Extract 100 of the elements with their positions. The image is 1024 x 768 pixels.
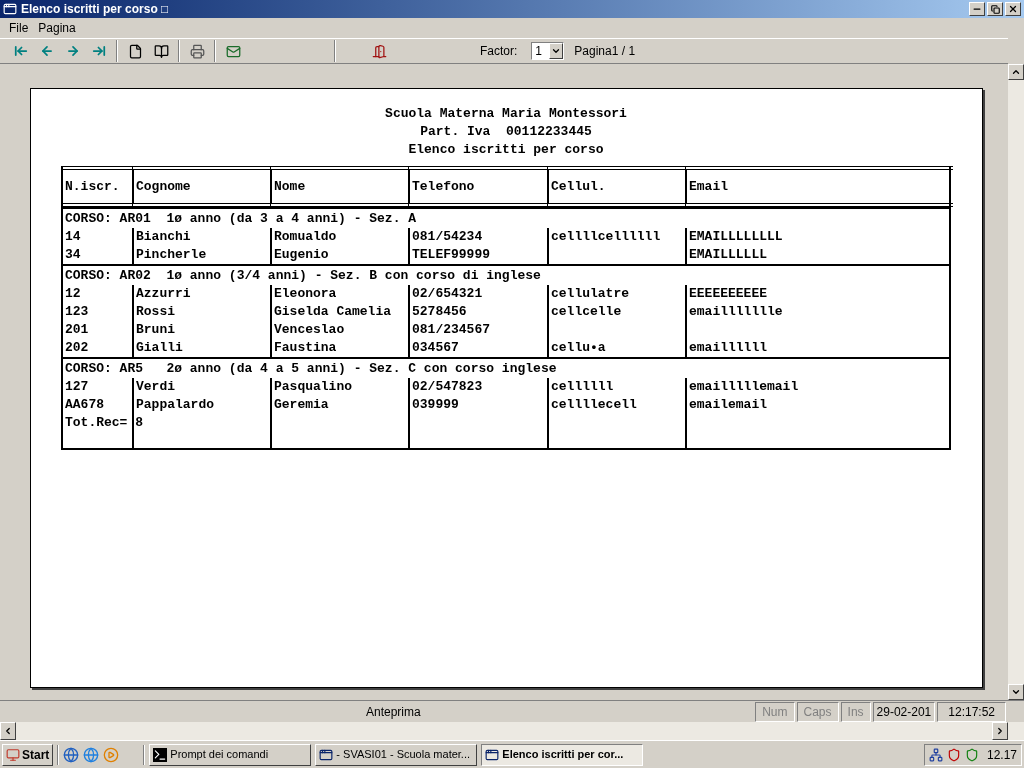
table-cell: Faustina [274, 340, 337, 355]
network-icon[interactable] [928, 747, 943, 762]
column-header: Nome [270, 166, 408, 207]
table-cell: Rossi [136, 304, 175, 319]
window-icon [485, 747, 500, 762]
menu-item[interactable]: File [4, 19, 34, 37]
window-title: Elenco iscritti per corso □ [21, 1, 169, 18]
status-message: Anteprima [365, 703, 422, 721]
previous-page-icon [40, 44, 54, 58]
table-cell: Eleonora [274, 286, 337, 301]
table-cell: 12 [65, 286, 81, 301]
report-title: Elenco iscritti per corso [408, 141, 604, 159]
clock: 12.17 [986, 746, 1017, 764]
status-indicator: Num [755, 701, 795, 722]
table-cell: cellllll [551, 379, 614, 394]
restore-icon [990, 4, 1000, 14]
start-logo-icon [6, 747, 20, 762]
table-cell: 081/234567 [412, 322, 490, 337]
close-button[interactable] [1005, 2, 1021, 16]
status-date: 29-02-201 [872, 701, 936, 722]
quick-launch-icon[interactable] [63, 746, 80, 763]
table-cell: 039999 [412, 397, 459, 412]
next-page-icon [66, 44, 80, 58]
table-cell: TELEF99999 [412, 247, 490, 262]
factor-label: Factor: [480, 43, 518, 60]
shield-icon[interactable] [964, 747, 979, 762]
table-cell: 34 [65, 247, 81, 262]
table-cell: AA678 [65, 397, 104, 412]
table-cell: EMAILLLLLL [689, 247, 767, 262]
table-cell: Azzurri [136, 286, 191, 301]
scroll-up-icon [1011, 67, 1021, 77]
table-cell: EMAILLLLLLLL [689, 229, 783, 244]
window-icon [319, 747, 334, 762]
taskbar-button[interactable]: Prompt dei comandi [149, 743, 312, 766]
minimize-button[interactable] [969, 2, 985, 16]
course-heading: CORSO: AR5 2ø anno (da 4 a 5 anni) - Sez. C con corso inglese [64, 360, 558, 378]
table-cell: cellulatre [551, 286, 629, 301]
table-cell: Pincherle [136, 247, 207, 262]
table-cell: emaillllllle [689, 304, 783, 319]
table-cell: Bianchi [136, 229, 191, 244]
console-icon [153, 747, 168, 762]
table-cell: 14 [65, 229, 81, 244]
menu-item[interactable]: Pagina [33, 19, 81, 37]
taskbar-button[interactable]: Elenco iscritti per cor... [481, 743, 644, 766]
table-cell: emailllllemail [689, 379, 799, 394]
table-cell: 201 [65, 322, 89, 337]
table-cell: 02/547823 [412, 379, 483, 394]
table-cell: Venceslao [274, 322, 345, 337]
last-page-icon [92, 44, 106, 58]
column-header: N.iscr. [63, 166, 132, 207]
page-info: Pagina1 / 1 [574, 43, 636, 60]
course-heading: CORSO: AR01 1ø anno (da 3 a 4 anni) - Sez. A [64, 210, 418, 228]
table-cell: Eugenio [274, 247, 329, 262]
column-header: Telefono [408, 166, 547, 207]
close-icon [1008, 4, 1018, 14]
table-cell: cellllcellllll [551, 229, 661, 244]
table-cell: Verdi [136, 379, 175, 394]
column-header: Email [685, 166, 953, 207]
table-cell: Bruni [136, 322, 175, 337]
start-button[interactable]: Start [2, 743, 54, 766]
table-cell: cellu•a [551, 340, 606, 355]
table-cell: 02/654321 [412, 286, 483, 301]
table-cell: 127 [65, 379, 89, 394]
table-cell: Romualdo [274, 229, 337, 244]
total-records: Tot.Rec= 8 [64, 415, 143, 430]
column-header: Cellul. [547, 166, 685, 207]
table-cell: 034567 [412, 340, 459, 355]
table-cell: emaillllll [689, 340, 767, 355]
taskbar-button[interactable]: - SVASI01 - Scuola mater... [315, 743, 478, 766]
factor-select[interactable]: 1 [531, 42, 565, 60]
scroll-right-icon [995, 726, 1005, 736]
status-indicator: Ins [840, 701, 871, 722]
browser-icon[interactable] [83, 746, 100, 763]
table-cell: emailemail [689, 397, 767, 412]
table-cell: 202 [65, 340, 89, 355]
scroll-left-icon [3, 726, 13, 736]
table-cell: 5278456 [412, 304, 467, 319]
table-cell: Pappalardo [136, 397, 214, 412]
security-icon[interactable] [946, 747, 961, 762]
scroll-down-icon [1011, 687, 1021, 697]
table-cell: Gialli [136, 340, 183, 355]
status-indicator: Caps [796, 701, 839, 722]
status-time: 12:17:52 [937, 701, 1006, 722]
table-cell: Giselda Camelia [274, 304, 392, 319]
table-cell: 123 [65, 304, 89, 319]
column-header: Cognome [132, 166, 270, 207]
table-cell: Geremia [274, 397, 329, 412]
report-title: Scuola Materna Maria Montessori [385, 105, 627, 123]
table-cell: Pasqualino [274, 379, 352, 394]
report-title: Part. Iva 00112233445 [420, 123, 592, 141]
vertical-scrollbar[interactable] [1008, 64, 1024, 700]
course-heading: CORSO: AR02 1ø anno (3/4 anni) - Sez. B con corso di inglese [64, 267, 542, 285]
restore-button[interactable] [987, 2, 1003, 16]
table-cell: EEEEEEEEEE [689, 286, 767, 301]
table-cell: cellllecell [551, 397, 637, 412]
horizontal-scrollbar[interactable] [0, 722, 1024, 740]
table-cell: 081/54234 [412, 229, 483, 244]
window-icon [3, 2, 17, 16]
table-cell: cellcelle [551, 304, 622, 319]
first-page-icon [14, 44, 28, 58]
